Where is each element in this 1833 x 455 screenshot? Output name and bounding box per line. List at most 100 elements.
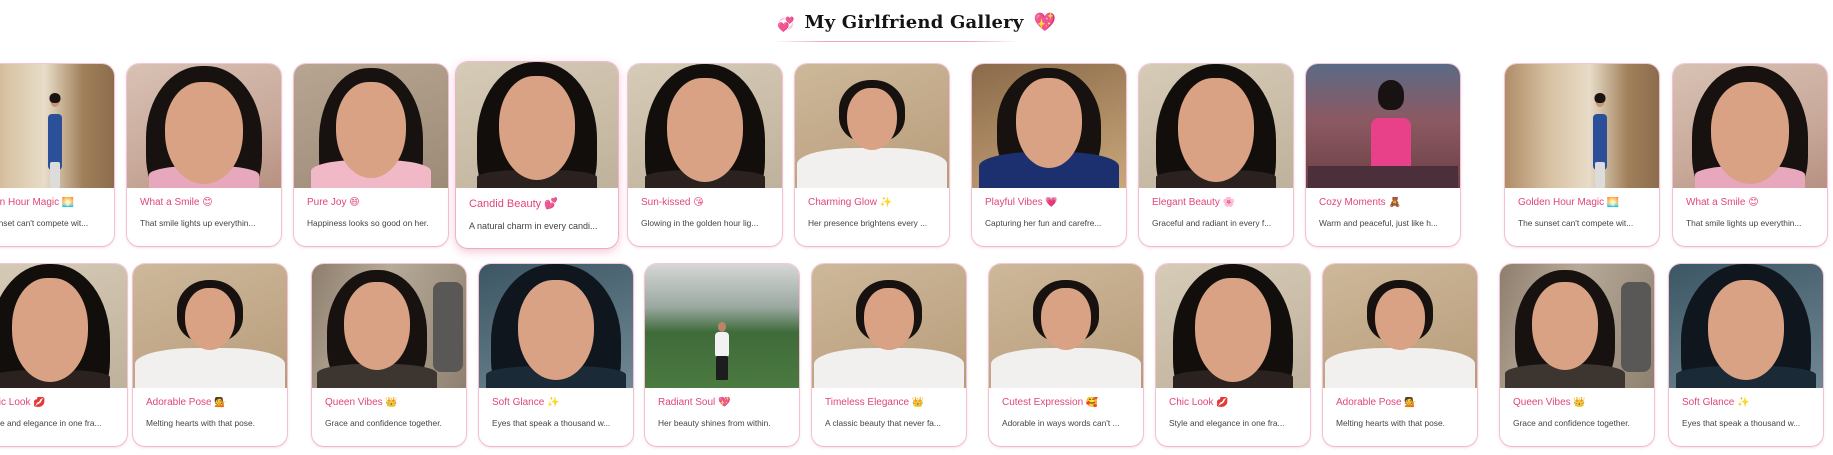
gallery-card-elegant-beauty[interactable]: Elegant Beauty 🌸 Graceful and radiant in …: [1139, 64, 1293, 246]
gallery-card-soft-glance[interactable]: Soft Glance ✨ Eyes that speak a thousand …: [479, 264, 633, 446]
gallery-card-charming-glow[interactable]: Charming Glow ✨ Her presence brightens ev…: [795, 64, 949, 246]
gallery-photo[interactable]: [294, 64, 448, 188]
card-description: Capturing her fun and carefre...: [985, 218, 1102, 228]
card-description: Warm and peaceful, just like h...: [1319, 218, 1438, 228]
card-title: What a Smile 😊: [1686, 197, 1759, 208]
card-title: Chic Look 💋: [1169, 397, 1229, 408]
gallery-card-queen-vibes[interactable]: Queen Vibes 👑 Grace and confidence togeth…: [1500, 264, 1654, 446]
gallery-photo[interactable]: [127, 64, 281, 188]
card-title: Chic Look 💋: [0, 397, 46, 408]
gallery-photo[interactable]: [972, 64, 1126, 188]
gallery-card-adorable-pose[interactable]: Adorable Pose 💁 Melting hearts with that …: [133, 264, 287, 446]
gallery-photo[interactable]: [0, 264, 127, 388]
gallery-photo[interactable]: [628, 64, 782, 188]
gallery-photo[interactable]: [1505, 64, 1659, 188]
card-description: Eyes that speak a thousand w...: [1682, 418, 1801, 428]
card-caption: Candid Beauty 💕 A natural charm in every …: [456, 188, 618, 231]
gallery-card-playful-vibes[interactable]: Playful Vibes 💗 Capturing her fun and car…: [972, 64, 1126, 246]
card-title: Charming Glow ✨: [808, 197, 893, 208]
gallery-photo[interactable]: [456, 62, 618, 188]
gallery-photo[interactable]: [1500, 264, 1654, 388]
card-caption: Chic Look 💋 Style and elegance in one fra…: [1156, 388, 1310, 428]
card-description: Grace and confidence together.: [325, 418, 442, 428]
gallery-photo[interactable]: [312, 264, 466, 388]
card-caption: What a Smile 😊 That smile lights up every…: [127, 188, 281, 228]
gallery-card-cozy-moments[interactable]: Cozy Moments 🧸 Warm and peaceful, just li…: [1306, 64, 1460, 246]
card-description: A classic beauty that never fa...: [825, 418, 941, 428]
card-caption: Soft Glance ✨ Eyes that speak a thousand …: [1669, 388, 1823, 428]
card-description: Her beauty shines from within.: [658, 418, 771, 428]
card-description: Glowing in the golden hour lig...: [641, 218, 759, 228]
gallery-photo[interactable]: [812, 264, 966, 388]
gallery-photo[interactable]: [1669, 264, 1823, 388]
card-caption: Pure Joy 😄 Happiness looks so good on her…: [294, 188, 448, 228]
header-divider: [773, 41, 1019, 42]
card-title: Cozy Moments 🧸: [1319, 197, 1401, 208]
gallery-card-queen-vibes[interactable]: Queen Vibes 👑 Grace and confidence togeth…: [312, 264, 466, 446]
card-caption: Golden Hour Magic 🌅 The sunset can't comp…: [0, 188, 114, 228]
gallery-page: 💞 My Girlfriend Gallery 💖 Golden Hour Ma…: [0, 0, 1833, 455]
card-title: Candid Beauty 💕: [469, 198, 558, 210]
card-description: That smile lights up everythin...: [140, 218, 256, 228]
card-caption: Soft Glance ✨ Eyes that speak a thousand …: [479, 388, 633, 428]
gallery-card-chic-look[interactable]: Chic Look 💋 Style and elegance in one fra…: [0, 264, 127, 446]
card-title: What a Smile 😊: [140, 197, 213, 208]
card-caption: Cozy Moments 🧸 Warm and peaceful, just li…: [1306, 188, 1460, 228]
card-description: A natural charm in every candi...: [469, 221, 598, 231]
gallery-card-radiant-soul[interactable]: Radiant Soul 💖 Her beauty shines from wit…: [645, 264, 799, 446]
gallery-photo[interactable]: [1306, 64, 1460, 188]
card-caption: Adorable Pose 💁 Melting hearts with that …: [133, 388, 287, 428]
card-caption: Queen Vibes 👑 Grace and confidence togeth…: [1500, 388, 1654, 428]
card-title: Queen Vibes 👑: [1513, 397, 1586, 408]
gallery-photo[interactable]: [1673, 64, 1827, 188]
gallery-photo[interactable]: [795, 64, 949, 188]
card-title: Cutest Expression 🥰: [1002, 397, 1099, 408]
card-description: Melting hearts with that pose.: [146, 418, 255, 428]
gallery-card-what-a-smile[interactable]: What a Smile 😊 That smile lights up every…: [127, 64, 281, 246]
gallery-header: 💞 My Girlfriend Gallery 💖: [0, 0, 1833, 44]
gallery-card-sun-kissed[interactable]: Sun-kissed 😘 Glowing in the golden hour l…: [628, 64, 782, 246]
card-caption: Radiant Soul 💖 Her beauty shines from wit…: [645, 388, 799, 428]
page-title: My Girlfriend Gallery: [804, 11, 1024, 33]
card-caption: Timeless Elegance 👑 A classic beauty that…: [812, 388, 966, 428]
card-description: Style and elegance in one fra...: [1169, 418, 1285, 428]
card-title: Playful Vibes 💗: [985, 197, 1058, 208]
card-title: Soft Glance ✨: [1682, 397, 1750, 408]
card-title: Soft Glance ✨: [492, 397, 560, 408]
gallery-card-soft-glance[interactable]: Soft Glance ✨ Eyes that speak a thousand …: [1669, 264, 1823, 446]
card-title: Queen Vibes 👑: [325, 397, 398, 408]
card-title: Elegant Beauty 🌸: [1152, 197, 1236, 208]
gallery-card-adorable-pose[interactable]: Adorable Pose 💁 Melting hearts with that …: [1323, 264, 1477, 446]
card-description: Eyes that speak a thousand w...: [492, 418, 611, 428]
gallery-photo[interactable]: [645, 264, 799, 388]
gallery-photo[interactable]: [1139, 64, 1293, 188]
gallery-photo[interactable]: [1156, 264, 1310, 388]
gallery-card-golden-hour-magic[interactable]: Golden Hour Magic 🌅 The sunset can't comp…: [1505, 64, 1659, 246]
card-title: Pure Joy 😄: [307, 197, 360, 208]
gallery-card-chic-look[interactable]: Chic Look 💋 Style and elegance in one fra…: [1156, 264, 1310, 446]
card-description: Grace and confidence together.: [1513, 418, 1630, 428]
gallery-photo[interactable]: [479, 264, 633, 388]
sparkling-heart-icon: 💖: [1033, 12, 1056, 32]
card-description: Her presence brightens every ...: [808, 218, 928, 228]
gallery-card-timeless-elegance[interactable]: Timeless Elegance 👑 A classic beauty that…: [812, 264, 966, 446]
gallery-card-pure-joy[interactable]: Pure Joy 😄 Happiness looks so good on her…: [294, 64, 448, 246]
card-caption: Playful Vibes 💗 Capturing her fun and car…: [972, 188, 1126, 228]
card-title: Radiant Soul 💖: [658, 397, 731, 408]
gallery-photo[interactable]: [989, 264, 1143, 388]
gallery-card-golden-hour-magic[interactable]: Golden Hour Magic 🌅 The sunset can't comp…: [0, 64, 114, 246]
card-description: Adorable in ways words can't ...: [1002, 418, 1120, 428]
card-caption: Elegant Beauty 🌸 Graceful and radiant in …: [1139, 188, 1293, 228]
card-description: Graceful and radiant in every f...: [1152, 218, 1272, 228]
gallery-photo[interactable]: [1323, 264, 1477, 388]
card-caption: Queen Vibes 👑 Grace and confidence togeth…: [312, 388, 466, 428]
gallery-card-what-a-smile[interactable]: What a Smile 😊 That smile lights up every…: [1673, 64, 1827, 246]
gallery-photo[interactable]: [133, 264, 287, 388]
card-caption: Adorable Pose 💁 Melting hearts with that …: [1323, 388, 1477, 428]
gallery-photo[interactable]: [0, 64, 114, 188]
card-title: Timeless Elegance 👑: [825, 397, 925, 408]
gallery-card-cutest-expression[interactable]: Cutest Expression 🥰 Adorable in ways word…: [989, 264, 1143, 446]
card-title: Golden Hour Magic 🌅: [1518, 197, 1620, 208]
revolving-hearts-icon: 💞: [777, 15, 795, 32]
gallery-card-candid-beauty[interactable]: Candid Beauty 💕 A natural charm in every …: [456, 62, 618, 248]
